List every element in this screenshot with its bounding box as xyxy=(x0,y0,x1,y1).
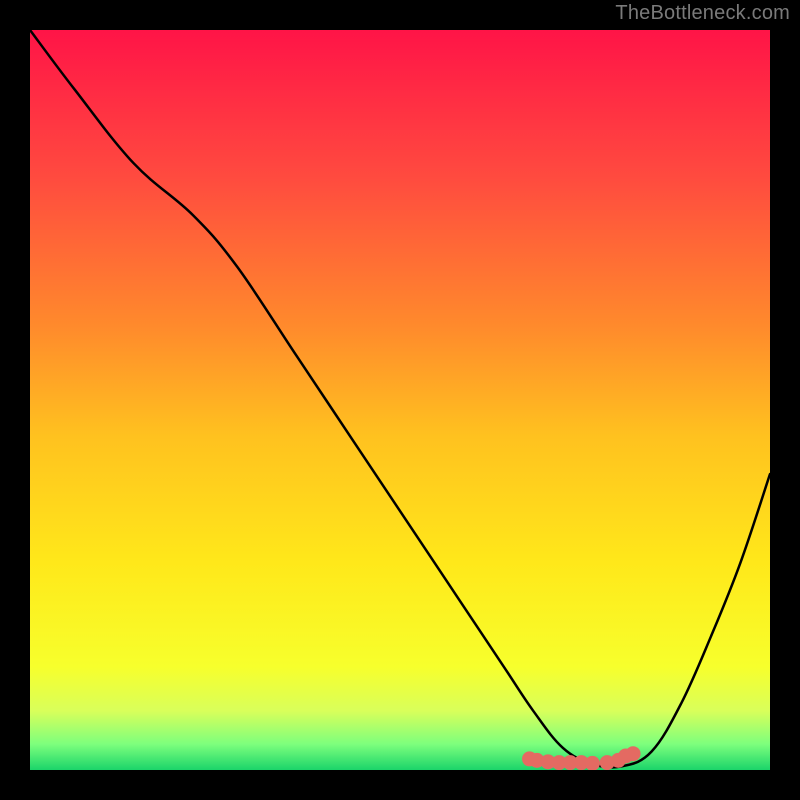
bottleneck-plot xyxy=(30,30,770,770)
chart-frame: TheBottleneck.com xyxy=(0,0,800,800)
optimal-marker xyxy=(626,746,641,761)
attribution-label: TheBottleneck.com xyxy=(615,2,790,25)
chart-svg xyxy=(30,30,770,770)
gradient-background xyxy=(30,30,770,770)
